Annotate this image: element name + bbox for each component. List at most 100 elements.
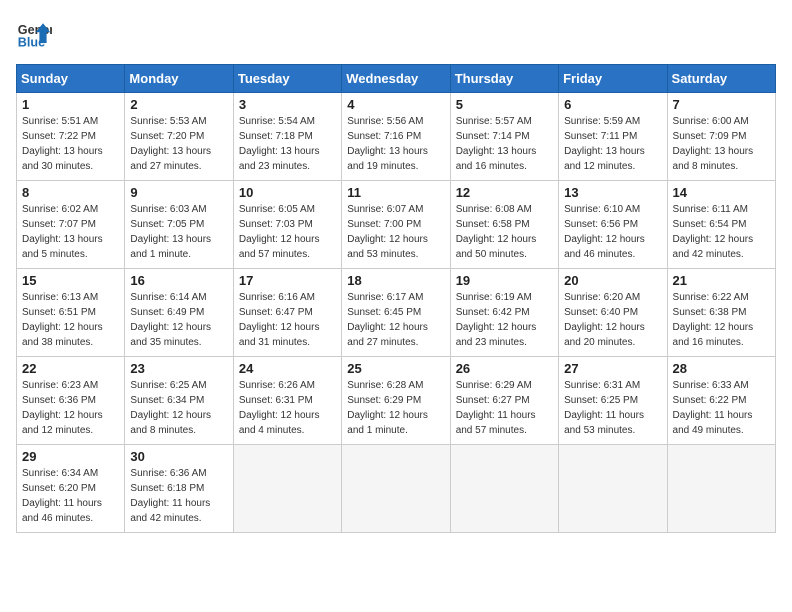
week-row-2: 8 Sunrise: 6:02 AMSunset: 7:07 PMDayligh…: [17, 181, 776, 269]
calendar-cell: 14 Sunrise: 6:11 AMSunset: 6:54 PMDaylig…: [667, 181, 775, 269]
calendar-cell: 15 Sunrise: 6:13 AMSunset: 6:51 PMDaylig…: [17, 269, 125, 357]
day-info: Sunrise: 6:20 AMSunset: 6:40 PMDaylight:…: [564, 290, 661, 350]
calendar-cell: 9 Sunrise: 6:03 AMSunset: 7:05 PMDayligh…: [125, 181, 233, 269]
day-number: 1: [22, 97, 119, 112]
calendar-cell: 30 Sunrise: 6:36 AMSunset: 6:18 PMDaylig…: [125, 445, 233, 533]
calendar-cell: 3 Sunrise: 5:54 AMSunset: 7:18 PMDayligh…: [233, 93, 341, 181]
day-number: 20: [564, 273, 661, 288]
day-number: 25: [347, 361, 444, 376]
calendar-cell: 20 Sunrise: 6:20 AMSunset: 6:40 PMDaylig…: [559, 269, 667, 357]
calendar-cell: 16 Sunrise: 6:14 AMSunset: 6:49 PMDaylig…: [125, 269, 233, 357]
week-row-1: 1 Sunrise: 5:51 AMSunset: 7:22 PMDayligh…: [17, 93, 776, 181]
day-info: Sunrise: 6:31 AMSunset: 6:25 PMDaylight:…: [564, 378, 661, 438]
day-info: Sunrise: 6:23 AMSunset: 6:36 PMDaylight:…: [22, 378, 119, 438]
col-header-thursday: Thursday: [450, 65, 558, 93]
col-header-sunday: Sunday: [17, 65, 125, 93]
day-info: Sunrise: 6:26 AMSunset: 6:31 PMDaylight:…: [239, 378, 336, 438]
day-number: 9: [130, 185, 227, 200]
day-info: Sunrise: 6:07 AMSunset: 7:00 PMDaylight:…: [347, 202, 444, 262]
day-number: 11: [347, 185, 444, 200]
day-info: Sunrise: 6:29 AMSunset: 6:27 PMDaylight:…: [456, 378, 553, 438]
calendar-cell: [342, 445, 450, 533]
calendar-cell: 2 Sunrise: 5:53 AMSunset: 7:20 PMDayligh…: [125, 93, 233, 181]
col-header-friday: Friday: [559, 65, 667, 93]
day-number: 17: [239, 273, 336, 288]
day-number: 5: [456, 97, 553, 112]
calendar-cell: 19 Sunrise: 6:19 AMSunset: 6:42 PMDaylig…: [450, 269, 558, 357]
calendar-cell: 1 Sunrise: 5:51 AMSunset: 7:22 PMDayligh…: [17, 93, 125, 181]
day-number: 27: [564, 361, 661, 376]
day-info: Sunrise: 5:51 AMSunset: 7:22 PMDaylight:…: [22, 114, 119, 174]
day-info: Sunrise: 6:03 AMSunset: 7:05 PMDaylight:…: [130, 202, 227, 262]
day-number: 15: [22, 273, 119, 288]
calendar-cell: 4 Sunrise: 5:56 AMSunset: 7:16 PMDayligh…: [342, 93, 450, 181]
calendar-cell: [667, 445, 775, 533]
calendar-cell: 28 Sunrise: 6:33 AMSunset: 6:22 PMDaylig…: [667, 357, 775, 445]
day-info: Sunrise: 6:22 AMSunset: 6:38 PMDaylight:…: [673, 290, 770, 350]
calendar-cell: 23 Sunrise: 6:25 AMSunset: 6:34 PMDaylig…: [125, 357, 233, 445]
calendar-cell: 13 Sunrise: 6:10 AMSunset: 6:56 PMDaylig…: [559, 181, 667, 269]
day-number: 10: [239, 185, 336, 200]
day-info: Sunrise: 6:00 AMSunset: 7:09 PMDaylight:…: [673, 114, 770, 174]
week-row-5: 29 Sunrise: 6:34 AMSunset: 6:20 PMDaylig…: [17, 445, 776, 533]
week-row-3: 15 Sunrise: 6:13 AMSunset: 6:51 PMDaylig…: [17, 269, 776, 357]
calendar-cell: 18 Sunrise: 6:17 AMSunset: 6:45 PMDaylig…: [342, 269, 450, 357]
day-info: Sunrise: 6:28 AMSunset: 6:29 PMDaylight:…: [347, 378, 444, 438]
day-number: 24: [239, 361, 336, 376]
calendar-cell: [450, 445, 558, 533]
page-header: General Blue: [16, 16, 776, 52]
calendar-cell: [233, 445, 341, 533]
calendar-cell: 7 Sunrise: 6:00 AMSunset: 7:09 PMDayligh…: [667, 93, 775, 181]
day-info: Sunrise: 6:16 AMSunset: 6:47 PMDaylight:…: [239, 290, 336, 350]
day-info: Sunrise: 5:54 AMSunset: 7:18 PMDaylight:…: [239, 114, 336, 174]
day-info: Sunrise: 5:57 AMSunset: 7:14 PMDaylight:…: [456, 114, 553, 174]
day-number: 21: [673, 273, 770, 288]
day-number: 2: [130, 97, 227, 112]
day-info: Sunrise: 6:11 AMSunset: 6:54 PMDaylight:…: [673, 202, 770, 262]
calendar-table: SundayMondayTuesdayWednesdayThursdayFrid…: [16, 64, 776, 533]
day-info: Sunrise: 5:56 AMSunset: 7:16 PMDaylight:…: [347, 114, 444, 174]
day-info: Sunrise: 6:08 AMSunset: 6:58 PMDaylight:…: [456, 202, 553, 262]
calendar-cell: 24 Sunrise: 6:26 AMSunset: 6:31 PMDaylig…: [233, 357, 341, 445]
day-number: 26: [456, 361, 553, 376]
col-header-tuesday: Tuesday: [233, 65, 341, 93]
day-info: Sunrise: 5:53 AMSunset: 7:20 PMDaylight:…: [130, 114, 227, 174]
day-number: 30: [130, 449, 227, 464]
col-header-saturday: Saturday: [667, 65, 775, 93]
day-info: Sunrise: 6:33 AMSunset: 6:22 PMDaylight:…: [673, 378, 770, 438]
calendar-cell: 29 Sunrise: 6:34 AMSunset: 6:20 PMDaylig…: [17, 445, 125, 533]
day-number: 13: [564, 185, 661, 200]
week-row-4: 22 Sunrise: 6:23 AMSunset: 6:36 PMDaylig…: [17, 357, 776, 445]
day-info: Sunrise: 6:10 AMSunset: 6:56 PMDaylight:…: [564, 202, 661, 262]
calendar-cell: [559, 445, 667, 533]
day-number: 4: [347, 97, 444, 112]
day-info: Sunrise: 6:34 AMSunset: 6:20 PMDaylight:…: [22, 466, 119, 526]
calendar-cell: 11 Sunrise: 6:07 AMSunset: 7:00 PMDaylig…: [342, 181, 450, 269]
day-info: Sunrise: 6:02 AMSunset: 7:07 PMDaylight:…: [22, 202, 119, 262]
calendar-cell: 5 Sunrise: 5:57 AMSunset: 7:14 PMDayligh…: [450, 93, 558, 181]
calendar-cell: 25 Sunrise: 6:28 AMSunset: 6:29 PMDaylig…: [342, 357, 450, 445]
day-number: 12: [456, 185, 553, 200]
day-info: Sunrise: 6:36 AMSunset: 6:18 PMDaylight:…: [130, 466, 227, 526]
logo: General Blue: [16, 16, 52, 52]
day-number: 16: [130, 273, 227, 288]
day-number: 18: [347, 273, 444, 288]
day-info: Sunrise: 6:14 AMSunset: 6:49 PMDaylight:…: [130, 290, 227, 350]
day-info: Sunrise: 6:05 AMSunset: 7:03 PMDaylight:…: [239, 202, 336, 262]
calendar-cell: 6 Sunrise: 5:59 AMSunset: 7:11 PMDayligh…: [559, 93, 667, 181]
day-number: 6: [564, 97, 661, 112]
calendar-cell: 21 Sunrise: 6:22 AMSunset: 6:38 PMDaylig…: [667, 269, 775, 357]
day-info: Sunrise: 6:19 AMSunset: 6:42 PMDaylight:…: [456, 290, 553, 350]
calendar-cell: 26 Sunrise: 6:29 AMSunset: 6:27 PMDaylig…: [450, 357, 558, 445]
day-info: Sunrise: 6:17 AMSunset: 6:45 PMDaylight:…: [347, 290, 444, 350]
calendar-cell: 8 Sunrise: 6:02 AMSunset: 7:07 PMDayligh…: [17, 181, 125, 269]
day-info: Sunrise: 6:13 AMSunset: 6:51 PMDaylight:…: [22, 290, 119, 350]
day-number: 14: [673, 185, 770, 200]
day-number: 22: [22, 361, 119, 376]
day-info: Sunrise: 6:25 AMSunset: 6:34 PMDaylight:…: [130, 378, 227, 438]
day-number: 8: [22, 185, 119, 200]
calendar-cell: 12 Sunrise: 6:08 AMSunset: 6:58 PMDaylig…: [450, 181, 558, 269]
col-header-wednesday: Wednesday: [342, 65, 450, 93]
logo-icon: General Blue: [16, 16, 52, 52]
calendar-cell: 10 Sunrise: 6:05 AMSunset: 7:03 PMDaylig…: [233, 181, 341, 269]
